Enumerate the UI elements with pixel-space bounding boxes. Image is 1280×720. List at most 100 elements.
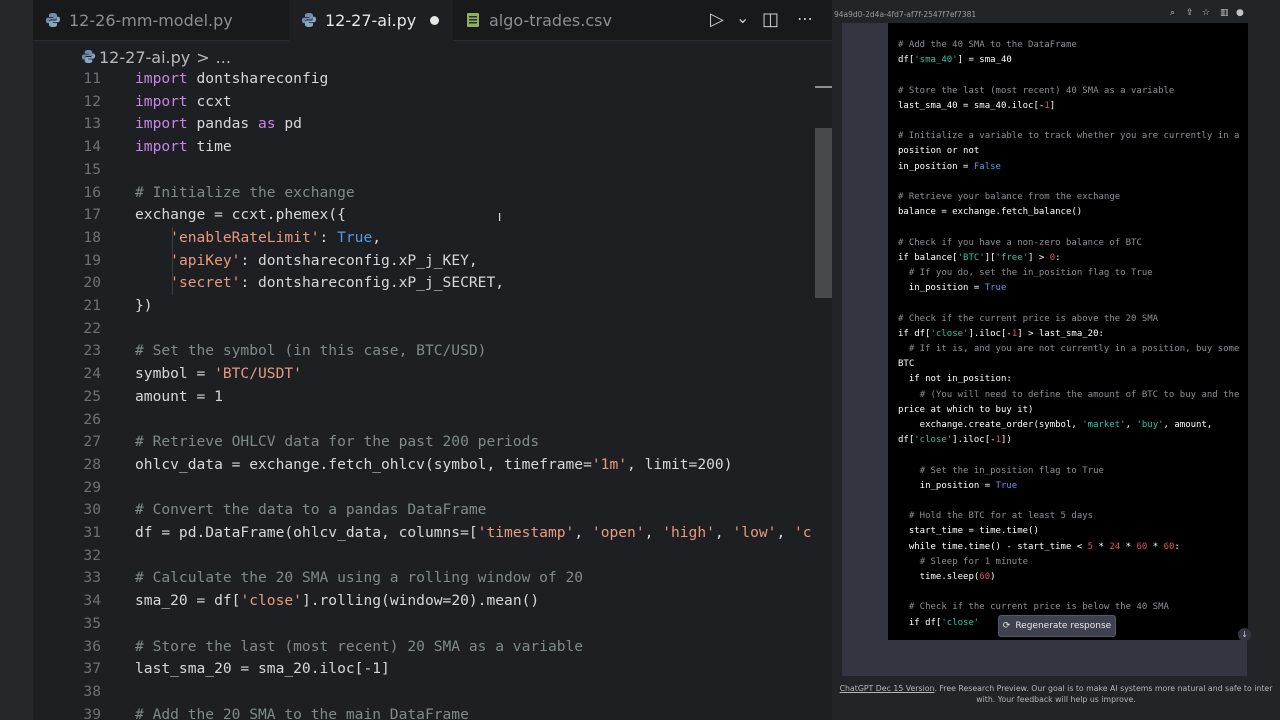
line-number: 17 xyxy=(83,206,101,224)
line-text: # Store the last (most recent) 20 SMA as… xyxy=(135,637,584,655)
line-number: 15 xyxy=(83,160,101,178)
code-line[interactable]: 15 xyxy=(33,159,823,182)
editor-actions: ▷ ⌄ ◫ ⋯ xyxy=(702,0,832,41)
editor-scrollbar[interactable] xyxy=(815,128,832,298)
chat-code-line: # Initialize a variable to track whether… xyxy=(898,131,1240,142)
code-line[interactable]: 29 xyxy=(33,477,823,500)
footer-line-1: ChatGPT Dec 15 Version. Free Research Pr… xyxy=(832,683,1280,694)
code-line[interactable]: 31 df = pd.DataFrame(ohlcv_data, columns=… xyxy=(33,522,823,545)
line-number: 39 xyxy=(83,705,101,720)
line-number: 38 xyxy=(83,682,101,700)
code-line[interactable]: 17 exchange = ccxt.phemex({ xyxy=(33,204,823,227)
share-icon[interactable]: ⇪ xyxy=(1186,8,1194,18)
code-line[interactable]: 33 # Calculate the 20 SMA using a rolling… xyxy=(33,567,823,590)
chat-code-line: BTC xyxy=(898,359,915,370)
run-icon[interactable]: ▷ xyxy=(710,9,724,30)
line-text: # Convert the data to a pandas DataFrame xyxy=(135,501,487,519)
code-line[interactable]: 14 import time xyxy=(33,136,823,159)
line-text: amount = 1 xyxy=(135,387,223,405)
chat-input-area xyxy=(842,643,1247,676)
chat-code-line xyxy=(898,175,1243,190)
chat-code-line xyxy=(898,114,1243,129)
code-line[interactable]: 13 import pandas as pd xyxy=(33,113,823,136)
breadcrumb-symbols[interactable]: ... xyxy=(216,48,231,67)
scroll-down-icon[interactable]: ↓ xyxy=(1238,628,1251,641)
code-line[interactable]: 39 # Add the 20 SMA to the main DataFrame xyxy=(33,704,823,720)
code-line[interactable]: 37 last_sma_20 = sma_20.iloc[-1] xyxy=(33,658,823,681)
split-editor-icon[interactable]: ◫ xyxy=(762,9,779,30)
code-line[interactable]: 30 # Convert the data to a pandas DataFra… xyxy=(33,499,823,522)
line-number: 24 xyxy=(83,365,101,383)
regenerate-label: Regenerate response xyxy=(1015,621,1112,631)
chat-code-line xyxy=(898,68,1243,83)
chat-footer: ChatGPT Dec 15 Version. Free Research Pr… xyxy=(832,680,1280,714)
line-number: 34 xyxy=(83,592,101,610)
tab-12-26-mm-model[interactable]: 12-26-mm-model.py xyxy=(33,0,289,41)
footer-text: . Free Research Preview. Our goal is to … xyxy=(934,684,1273,693)
python-file-icon xyxy=(302,13,316,27)
line-text: # Calculate the 20 SMA using a rolling w… xyxy=(135,569,584,587)
chat-code-line: # If you do, set the in_position flag to… xyxy=(908,268,1153,278)
chat-code-line: # Sleep for 1 minute xyxy=(919,556,1029,567)
more-actions-icon[interactable]: ⋯ xyxy=(797,9,813,28)
chat-code-line: if balance['BTC']['free'] > 0: xyxy=(898,252,1061,263)
tab-algo-trades[interactable]: algo-trades.csv xyxy=(453,0,649,41)
line-text: df = pd.DataFrame(ohlcv_data, columns=['… xyxy=(135,524,812,541)
code-line[interactable]: 23 # Set the symbol (in this case, BTC/US… xyxy=(33,340,823,363)
code-line[interactable]: 16 # Initialize the exchange xyxy=(33,182,823,205)
breadcrumb-file[interactable]: 12-27-ai.py xyxy=(99,48,190,67)
line-number: 30 xyxy=(83,501,101,519)
line-text: }) xyxy=(135,297,153,314)
line-number: 27 xyxy=(83,433,101,451)
code-line[interactable]: 22 xyxy=(33,318,823,341)
code-line[interactable]: 35 xyxy=(33,613,823,636)
chat-code-line: in_position = True xyxy=(898,283,1007,294)
profile-icon[interactable]: ● xyxy=(1236,8,1244,18)
code-line[interactable]: 34 sma_20 = df['close'].rolling(window=20… xyxy=(33,590,823,613)
code-line[interactable]: 27 # Retrieve OHLCV data for the past 200… xyxy=(33,431,823,454)
tab-label: 12-26-mm-model.py xyxy=(69,11,233,30)
line-number: 12 xyxy=(83,92,101,110)
code-line[interactable]: 19 'apiKey': dontshareconfig.xP_j_KEY, xyxy=(33,250,823,273)
code-line[interactable]: 24 symbol = 'BTC/USDT' xyxy=(33,363,823,386)
line-number: 36 xyxy=(83,637,101,655)
unsaved-dot-icon[interactable] xyxy=(430,16,440,25)
star-icon[interactable]: ☆ xyxy=(1202,8,1210,18)
code-line[interactable]: 32 xyxy=(33,545,823,568)
code-line[interactable]: 25 amount = 1 xyxy=(33,386,823,409)
line-text: last_sma_20 = sma_20.iloc[-1] xyxy=(135,660,390,678)
regenerate-response-button[interactable]: ⟳ Regenerate response xyxy=(998,615,1116,637)
sidebar-icon[interactable]: ▥ xyxy=(1220,8,1229,18)
chat-code-line: # Add the 40 SMA to the DataFrame xyxy=(898,40,1077,50)
chat-code-line: start_time = time.time() xyxy=(898,526,1039,537)
code-line[interactable]: 11 import dontshareconfig xyxy=(33,68,823,91)
csv-file-icon xyxy=(467,13,479,27)
code-line[interactable]: 20 'secret': dontshareconfig.xP_j_SECRET… xyxy=(33,272,823,295)
line-text: symbol = 'BTC/USDT' xyxy=(135,365,302,383)
run-menu-chevron-icon[interactable]: ⌄ xyxy=(736,8,749,27)
line-text: # Add the 20 SMA to the main DataFrame xyxy=(135,705,469,720)
line-number: 14 xyxy=(83,138,101,156)
indent-guide xyxy=(172,227,173,295)
line-text: exchange = ccxt.phemex({ xyxy=(135,206,346,224)
regenerate-icon: ⟳ xyxy=(1002,621,1011,631)
code-line[interactable]: 18 'enableRateLimit': True, xyxy=(33,227,823,250)
code-line[interactable]: 28 ohlcv_data = exchange.fetch_ohlcv(symb… xyxy=(33,454,823,477)
code-line[interactable]: 36 # Store the last (most recent) 20 SMA … xyxy=(33,636,823,659)
code-line[interactable]: 21}) xyxy=(33,295,823,318)
code-line[interactable]: 12 import ccxt xyxy=(33,91,823,114)
chat-code-line: # Store the last (most recent) 40 SMA as… xyxy=(898,85,1175,96)
version-link[interactable]: ChatGPT Dec 15 Version xyxy=(840,684,935,693)
tab-12-27-ai[interactable]: 12-27-ai.py xyxy=(289,0,453,41)
chat-code-line: df['close'].iloc[-1]) xyxy=(898,435,1012,446)
chat-code-block: # Add the 40 SMA to the DataFrame df['sma… xyxy=(888,23,1248,640)
search-icon[interactable]: ⌕ xyxy=(1170,8,1175,18)
line-number: 28 xyxy=(83,455,101,473)
code-line[interactable]: 26 xyxy=(33,409,823,432)
chat-code-line xyxy=(898,220,1243,235)
chat-code-line xyxy=(898,494,1243,509)
mouse-cursor-icon: I xyxy=(498,211,502,224)
code-line[interactable]: 38 xyxy=(33,681,823,704)
chat-code-line xyxy=(898,585,1243,600)
breadcrumb-separator: > xyxy=(196,47,210,67)
